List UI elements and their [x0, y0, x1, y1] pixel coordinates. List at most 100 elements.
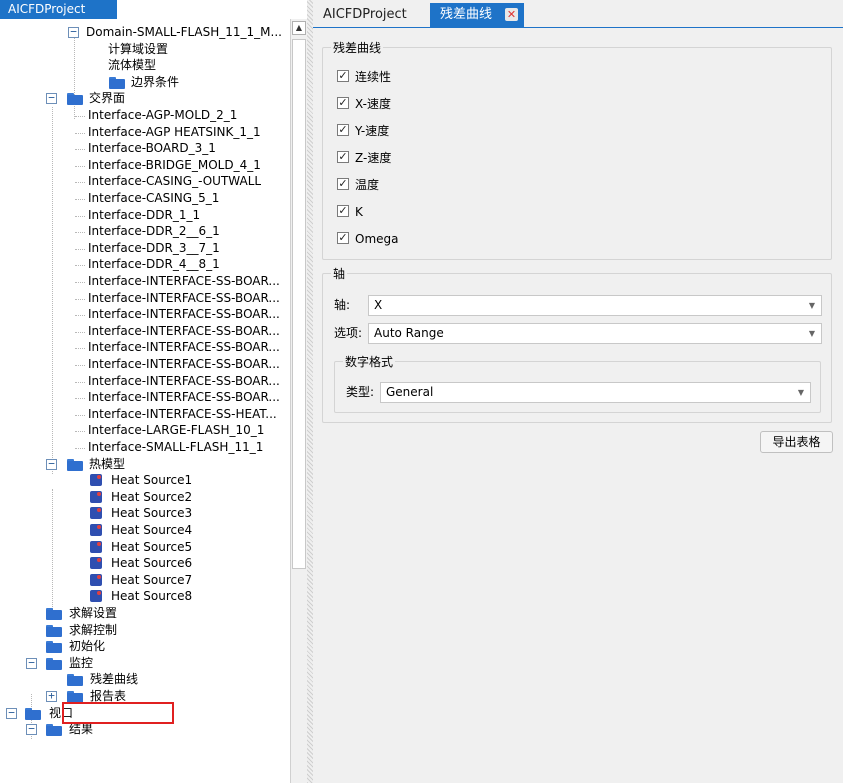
tree-connector-line	[75, 182, 85, 183]
tree-connector-line	[75, 282, 85, 283]
checkbox-check-icon[interactable]: ✓	[337, 97, 349, 109]
tree-node-interface[interactable]: Interface-DDR_2__6_1	[88, 223, 220, 240]
tree-connector-line	[75, 415, 85, 416]
expand-icon[interactable]: +	[46, 690, 57, 702]
tree-node-heat-source[interactable]: Heat Source8	[111, 588, 192, 605]
tree-connector-line	[75, 431, 85, 432]
tree-node-interface[interactable]: Interface-CASING_-OUTWALL	[88, 173, 261, 190]
tab-label: 残差曲线	[440, 7, 493, 22]
tree-connector-line	[75, 199, 85, 200]
tree-node-heat-source[interactable]: Heat Source6	[111, 555, 192, 572]
tree-node-interface[interactable]: Interface-CASING_5_1	[88, 190, 219, 207]
export-table-button[interactable]: 导出表格	[760, 431, 833, 453]
tree-node-heat-source[interactable]: Heat Source1	[111, 472, 192, 489]
scroll-thumb[interactable]	[292, 39, 306, 569]
tree-connector-line	[75, 249, 85, 250]
tree-node-heat-source[interactable]: Heat Source4	[111, 522, 192, 539]
tree-node-interface[interactable]: Interface-INTERFACE-SS-BOAR...	[88, 273, 280, 290]
checkbox-label: Z-速度	[355, 151, 392, 165]
collapse-icon[interactable]: −	[46, 92, 57, 104]
tree-node-interface[interactable]: Interface-BOARD_3_1	[88, 140, 216, 157]
number-format-group: 数字格式 类型: General ▼	[334, 353, 821, 413]
collapse-icon[interactable]: −	[6, 707, 17, 719]
tree-node-interface[interactable]: Interface-DDR_3__7_1	[88, 240, 220, 257]
tree-node-solver-control[interactable]: 求解控制	[69, 622, 117, 639]
tree-node-domain-child[interactable]: 边界条件	[131, 74, 179, 91]
collapse-icon[interactable]: −	[26, 723, 37, 735]
checkbox-check-icon[interactable]: ✓	[337, 151, 349, 163]
group-title: 残差曲线	[331, 39, 384, 56]
tree-node-residual-curve[interactable]: 残差曲线	[90, 671, 138, 688]
tree-node-heat-source[interactable]: Heat Source7	[111, 572, 192, 589]
tree-node-interface[interactable]: Interface-INTERFACE-SS-BOAR...	[88, 339, 280, 356]
tree-node-interface[interactable]: Interface-DDR_4__8_1	[88, 256, 220, 273]
tree-node-interface[interactable]: Interface-INTERFACE-SS-BOAR...	[88, 306, 280, 323]
axis-label: 轴:	[334, 298, 351, 312]
tree-node-initialization[interactable]: 初始化	[69, 638, 105, 655]
tree-node-heat-source[interactable]: Heat Source3	[111, 505, 192, 522]
tree-node-interfaces[interactable]: 交界面	[89, 90, 125, 107]
tree-node-solver-settings[interactable]: 求解设置	[69, 605, 117, 622]
tree-node-domain-child[interactable]: 流体模型	[108, 57, 156, 74]
tree-node-domain-child[interactable]: 计算域设置	[108, 41, 168, 58]
tree-node-interface[interactable]: Interface-INTERFACE-SS-BOAR...	[88, 373, 280, 390]
tree-node-interface[interactable]: Interface-INTERFACE-SS-BOAR...	[88, 389, 280, 406]
collapse-icon[interactable]: −	[46, 458, 57, 470]
tree-node-interface[interactable]: Interface-SMALL-FLASH_11_1	[88, 439, 263, 456]
checkbox-check-icon[interactable]: ✓	[337, 124, 349, 136]
tree-connector-line	[75, 348, 85, 349]
collapse-icon[interactable]: −	[68, 26, 79, 38]
checkbox-label: Y-速度	[355, 124, 390, 138]
checkbox-label: 连续性	[355, 70, 392, 84]
folder-icon	[46, 724, 62, 736]
highlight-box	[62, 702, 174, 724]
tree-node-heat-source[interactable]: Heat Source2	[111, 489, 192, 506]
folder-icon	[46, 625, 62, 637]
tree-connector-line	[75, 216, 85, 217]
tree-node-thermal-model[interactable]: 热模型	[89, 456, 125, 473]
type-value: General	[386, 385, 434, 399]
tab-residual-curve[interactable]: 残差曲线 ✕	[430, 3, 524, 27]
axis-group: 轴 轴: X ▼ 选项: Auto Range ▼ 数字格式 类型: Gener…	[322, 265, 832, 423]
tree-node-interface[interactable]: Interface-INTERFACE-SS-BOAR...	[88, 356, 280, 373]
option-value: Auto Range	[374, 326, 444, 340]
scroll-up-arrow-icon[interactable]: ▲	[292, 21, 306, 35]
chevron-down-icon: ▼	[808, 301, 815, 310]
tree-connector-line	[75, 382, 85, 383]
checkbox-label: Omega	[355, 232, 399, 246]
tree-connector-line	[75, 149, 85, 150]
tree-connector-line	[52, 107, 53, 474]
collapse-icon[interactable]: −	[26, 657, 37, 669]
tree-node-interface[interactable]: Interface-INTERFACE-SS-HEAT...	[88, 406, 277, 423]
checkbox-check-icon[interactable]: ✓	[337, 205, 349, 217]
tree-node-interface[interactable]: Interface-INTERFACE-SS-BOAR...	[88, 290, 280, 307]
tree-scrollbar[interactable]: ▲	[290, 19, 307, 783]
tree-node-interface[interactable]: Interface-AGP HEATSINK_1_1	[88, 124, 261, 141]
close-icon[interactable]: ✕	[505, 8, 518, 21]
tab-aicfdproject[interactable]: AICFDProject	[313, 3, 425, 27]
tree-node-domain[interactable]: Domain-SMALL-FLASH_11_1_M...	[86, 24, 282, 41]
checkbox-check-icon[interactable]: ✓	[337, 178, 349, 190]
axis-select[interactable]: X ▼	[368, 295, 822, 316]
option-select[interactable]: Auto Range ▼	[368, 323, 822, 344]
option-label: 选项:	[334, 326, 363, 340]
folder-icon	[109, 77, 125, 89]
tree-connector-line	[75, 265, 85, 266]
checkbox-check-icon[interactable]: ✓	[337, 70, 349, 82]
tree-node-monitor[interactable]: 监控	[69, 655, 93, 672]
folder-icon	[67, 674, 83, 686]
tree-connector-line	[75, 448, 85, 449]
folder-icon	[67, 459, 83, 471]
chevron-down-icon: ▼	[808, 329, 815, 338]
type-label: 类型:	[346, 385, 375, 399]
tree-node-interface[interactable]: Interface-AGP-MOLD_2_1	[88, 107, 237, 124]
heat-source-icon	[90, 507, 102, 519]
tree-node-interface[interactable]: Interface-DDR_1_1	[88, 207, 200, 224]
tree-node-heat-source[interactable]: Heat Source5	[111, 539, 192, 556]
tree-node-interface[interactable]: Interface-BRIDGE_MOLD_4_1	[88, 157, 261, 174]
checkbox-check-icon[interactable]: ✓	[337, 232, 349, 244]
tree-node-interface[interactable]: Interface-LARGE-FLASH_10_1	[88, 422, 264, 439]
tree-node-interface[interactable]: Interface-INTERFACE-SS-BOAR...	[88, 323, 280, 340]
residual-settings-panel: 残差曲线 ✓ 连续性 ✓ X-速度 ✓ Y-速度 ✓ Z-速度 ✓ 温度 ✓ K ✓ Omega 轴 轴:…	[313, 28, 843, 783]
type-select[interactable]: General ▼	[380, 382, 811, 403]
